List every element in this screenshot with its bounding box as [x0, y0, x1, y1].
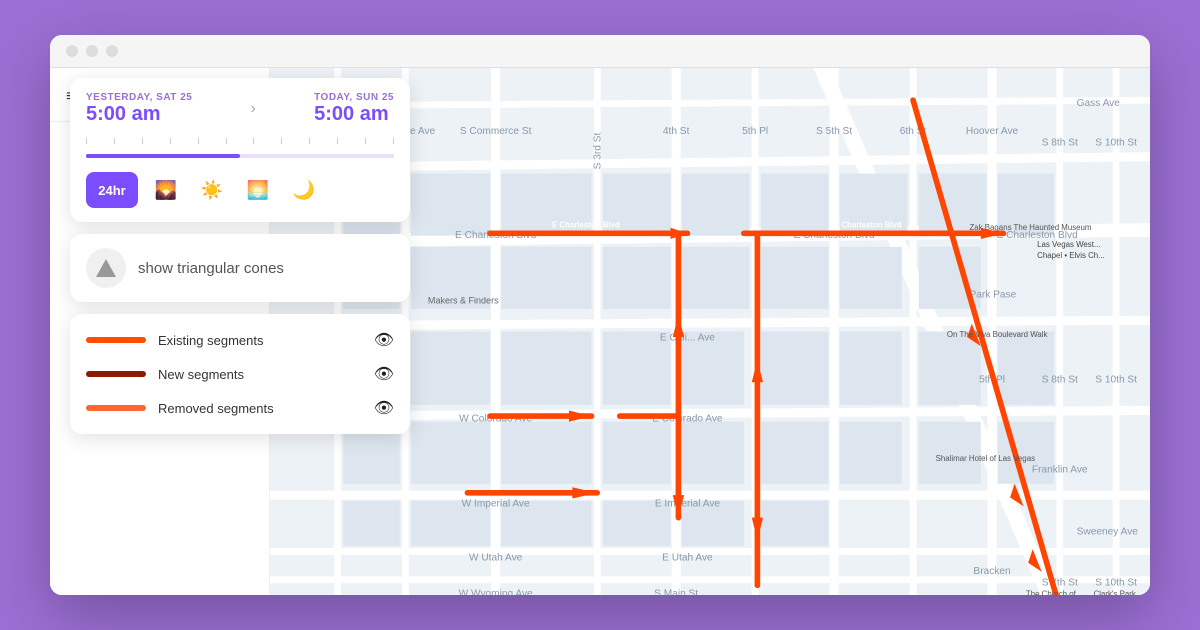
- today-block: TODAY, SUN 25 5:00 am: [314, 92, 394, 126]
- eye-icon-removed[interactable]: 👁: [374, 398, 394, 418]
- svg-text:Makers & Finders: Makers & Finders: [428, 295, 499, 305]
- tick-3: [142, 138, 143, 144]
- sunset-icon-btn[interactable]: 🌅: [240, 172, 276, 208]
- panels-container: YESTERDAY, SAT 25 5:00 am › TODAY, SUN 2…: [70, 78, 410, 434]
- legend-label-new: New segments: [158, 367, 362, 382]
- yesterday-block: YESTERDAY, SAT 25 5:00 am: [86, 92, 192, 126]
- legend-item-existing: Existing segments 👁: [86, 330, 394, 350]
- tick-6: [226, 138, 227, 144]
- time-separator: ›: [251, 100, 256, 118]
- svg-text:S 10th St: S 10th St: [1095, 374, 1137, 385]
- search-text: show triangular cones: [138, 260, 284, 277]
- tick-2: [114, 138, 115, 144]
- svg-text:E Imperial Ave: E Imperial Ave: [655, 498, 721, 509]
- legend-label-existing: Existing segments: [158, 333, 362, 348]
- tick-9: [309, 138, 310, 144]
- legend-line-new: [86, 371, 146, 377]
- svg-text:Hoover Ave: Hoover Ave: [966, 126, 1019, 137]
- svg-text:Sweeney Ave: Sweeney Ave: [1077, 527, 1139, 538]
- svg-text:Las Vegas West...: Las Vegas West...: [1037, 240, 1100, 249]
- yesterday-label: YESTERDAY, SAT 25: [86, 92, 192, 103]
- svg-text:Bracken: Bracken: [973, 566, 1010, 577]
- svg-text:5th Pl: 5th Pl: [742, 126, 768, 137]
- svg-text:W Imperial Ave: W Imperial Ave: [462, 498, 530, 509]
- svg-text:S 10th St: S 10th St: [1095, 577, 1137, 588]
- legend-item-removed: Removed segments 👁: [86, 398, 394, 418]
- svg-text:Shalimar Hotel of Las Vegas: Shalimar Hotel of Las Vegas: [936, 454, 1035, 463]
- browser-dot-1: [66, 45, 78, 57]
- svg-text:S Commerce St: S Commerce St: [460, 126, 532, 137]
- svg-text:S 8th St: S 8th St: [1042, 374, 1078, 385]
- tick-8: [281, 138, 282, 144]
- svg-text:S 3rd St: S 3rd St: [593, 132, 604, 169]
- legend-item-new: New segments 👁: [86, 364, 394, 384]
- tick-4: [170, 138, 171, 144]
- svg-text:S 5th St: S 5th St: [816, 126, 852, 137]
- sun-icon-btn[interactable]: ☀️: [194, 172, 230, 208]
- svg-text:E Charleston Blvd: E Charleston Blvd: [834, 221, 902, 230]
- browser-dot-3: [106, 45, 118, 57]
- today-time: 5:00 am: [314, 103, 394, 126]
- cone-icon-wrapper: [86, 248, 126, 288]
- browser-chrome: [50, 35, 1150, 68]
- browser-dot-2: [86, 45, 98, 57]
- tick-10: [337, 138, 338, 144]
- svg-text:S Main St: S Main St: [654, 589, 698, 595]
- 24hr-button[interactable]: 24hr: [86, 172, 138, 208]
- svg-text:4th St: 4th St: [663, 126, 690, 137]
- sunrise-icon-btn[interactable]: 🌄: [148, 172, 184, 208]
- tick-5: [198, 138, 199, 144]
- tick-marks: [86, 138, 394, 144]
- time-row: YESTERDAY, SAT 25 5:00 am › TODAY, SUN 2…: [86, 92, 394, 126]
- browser-content: ≡ CityStream✦: [50, 68, 1150, 595]
- search-panel[interactable]: show triangular cones: [70, 234, 410, 302]
- tick-7: [253, 138, 254, 144]
- svg-text:W Wyoming Ave: W Wyoming Ave: [459, 589, 533, 595]
- svg-text:E Cali... Ave: E Cali... Ave: [660, 333, 715, 344]
- legend-line-removed: [86, 405, 146, 411]
- browser-window: ≡ CityStream✦: [50, 35, 1150, 595]
- tick-1: [86, 138, 87, 144]
- svg-text:E Charleston Blvd: E Charleston Blvd: [552, 221, 620, 230]
- legend-panel: Existing segments 👁 New segments 👁 Remov…: [70, 314, 410, 434]
- svg-text:W Utah Ave: W Utah Ave: [469, 553, 523, 564]
- svg-text:Chapel • Elvis Ch...: Chapel • Elvis Ch...: [1037, 251, 1105, 260]
- tick-12: [393, 138, 394, 144]
- today-label: TODAY, SUN 25: [314, 92, 394, 103]
- svg-text:The Church of: The Church of: [1026, 590, 1077, 595]
- time-slider[interactable]: [86, 154, 394, 158]
- time-panel: YESTERDAY, SAT 25 5:00 am › TODAY, SUN 2…: [70, 78, 410, 222]
- svg-text:S 7th St: S 7th St: [1042, 577, 1078, 588]
- svg-text:On The Viva Boulevard Walk: On The Viva Boulevard Walk: [947, 330, 1048, 339]
- svg-text:Zak Bagans The Haunted Museum: Zak Bagans The Haunted Museum: [969, 223, 1091, 232]
- svg-text:E Utah Ave: E Utah Ave: [662, 553, 713, 564]
- legend-label-removed: Removed segments: [158, 401, 362, 416]
- yesterday-time: 5:00 am: [86, 103, 192, 126]
- eye-icon-new[interactable]: 👁: [374, 364, 394, 384]
- tick-11: [365, 138, 366, 144]
- eye-icon-existing[interactable]: 👁: [374, 330, 394, 350]
- moon-icon-btn[interactable]: 🌙: [286, 172, 322, 208]
- time-controls: 24hr 🌄 ☀️ 🌅 🌙: [86, 172, 394, 208]
- legend-line-existing: [86, 337, 146, 343]
- svg-text:S 10th St: S 10th St: [1095, 137, 1137, 148]
- svg-text:Gass Ave: Gass Ave: [1077, 98, 1121, 109]
- svg-text:Clark's Park: Clark's Park: [1094, 590, 1136, 595]
- svg-text:Franklin Ave: Franklin Ave: [1032, 465, 1088, 476]
- svg-text:Park Pase: Park Pase: [969, 290, 1016, 301]
- svg-text:S 8th St: S 8th St: [1042, 137, 1078, 148]
- cone-icon: [96, 259, 116, 277]
